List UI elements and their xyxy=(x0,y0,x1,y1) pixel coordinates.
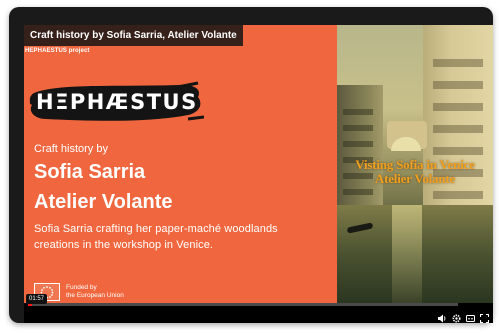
canal-water xyxy=(337,205,493,303)
eu-funding-badge: Funded by the European Union xyxy=(34,282,154,302)
headline-name: Sofia Sarria xyxy=(34,161,146,183)
headline-studio: Atelier Volante xyxy=(34,191,173,213)
eu-funding-line1: Funded by xyxy=(66,284,97,291)
title-slide-panel: Craft history by Sofia Sarria, Atelier V… xyxy=(24,25,337,303)
settings-icon[interactable] xyxy=(452,310,461,323)
description-text: Sofia Sarria crafting her paper-maché wo… xyxy=(34,223,278,251)
photo-caption: Visting Sofia in Venice Atelier Volante xyxy=(337,158,493,186)
progress-bar[interactable] xyxy=(28,303,458,306)
video-player[interactable]: Craft history by Sofia Sarria, Atelier V… xyxy=(24,25,493,323)
hephaestus-logo: HΞPHÆSTUS xyxy=(28,79,204,127)
logo-text: HΞPHÆSTUS xyxy=(36,90,198,114)
subtitles-icon[interactable] xyxy=(466,310,475,322)
eu-funding-text: Funded by the European Union xyxy=(66,284,124,300)
project-label: HEPHAESTUS project xyxy=(25,48,90,54)
photo-caption-line2: Atelier Volante xyxy=(374,171,456,186)
photo-caption-line1: Visting Sofia in Venice xyxy=(355,157,475,172)
volume-icon[interactable] xyxy=(438,310,447,322)
fullscreen-icon[interactable] xyxy=(479,310,490,323)
kicker-text: Craft history by xyxy=(34,143,108,155)
player-controls xyxy=(438,308,490,323)
video-title[interactable]: Craft history by Sofia Sarria, Atelier V… xyxy=(24,25,243,46)
player-control-bar xyxy=(24,303,493,323)
venice-photo: Visting Sofia in Venice Atelier Volante xyxy=(337,25,493,303)
current-time: 01:57 xyxy=(26,294,48,304)
eu-funding-line2: the European Union xyxy=(66,292,124,299)
